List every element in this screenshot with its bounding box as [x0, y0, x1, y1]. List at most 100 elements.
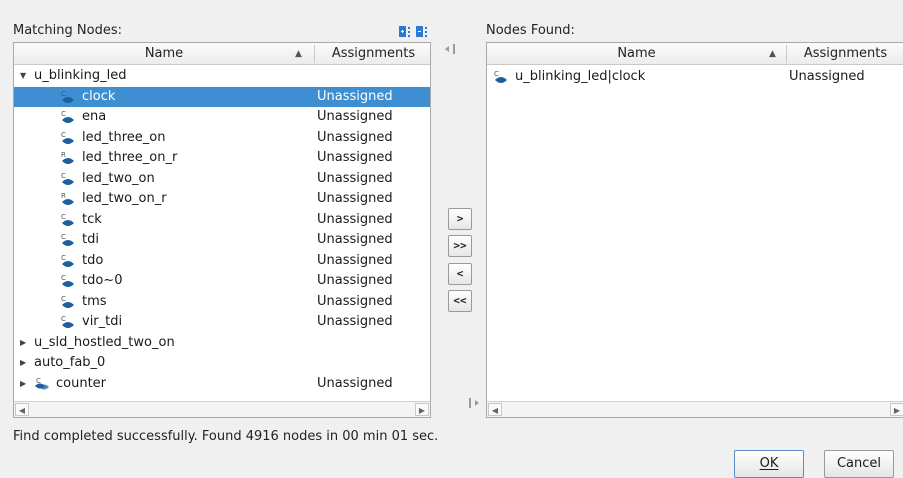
svg-text:C: C	[61, 295, 66, 303]
node-assignment: Unassigned	[317, 211, 393, 227]
horizontal-scrollbar[interactable]: ◀ ▶	[14, 401, 430, 417]
combinational-node-icon: C	[61, 254, 74, 267]
nodes-found-label: Nodes Found:	[486, 23, 575, 38]
list-item[interactable]: Rled_two_on_r Unassigned	[14, 189, 430, 209]
combinational-node-icon: C	[61, 131, 74, 144]
status-text: Find completed successfully. Found 4916 …	[13, 429, 439, 444]
sort-up-icon: ▲	[769, 49, 776, 59]
combinational-node-icon: C	[61, 213, 74, 226]
svg-text:R: R	[61, 151, 66, 159]
node-assignment: Unassigned	[789, 69, 865, 84]
list-item[interactable]: Cu_blinking_led|clock Unassigned	[487, 67, 903, 87]
svg-text:C: C	[494, 70, 499, 78]
ok-button[interactable]: OK	[734, 450, 804, 478]
svg-text:R: R	[61, 192, 66, 200]
list-item[interactable]: Cclock Unassigned	[14, 86, 430, 107]
horizontal-scrollbar[interactable]: ◀ ▶	[487, 401, 903, 417]
svg-text:C: C	[61, 110, 66, 118]
node-name: auto_fab_0	[34, 355, 106, 370]
list-item[interactable]: ▶ u_sld_hostled_two_on	[14, 333, 430, 353]
list-header: Name ▲ Assignments	[487, 43, 903, 65]
collapse-left-icon[interactable]	[444, 44, 456, 54]
list-item[interactable]: Cvir_tdi Unassigned	[14, 312, 430, 332]
expanded-arrow-icon[interactable]: ▼	[20, 66, 26, 86]
scroll-left-icon[interactable]: ◀	[488, 403, 502, 416]
svg-text:C: C	[61, 254, 66, 262]
node-assignment: Unassigned	[317, 273, 393, 288]
ok-label: OK	[759, 456, 779, 471]
svg-text:C: C	[61, 274, 66, 282]
node-assignment: Unassigned	[317, 375, 393, 391]
add-all-button[interactable]: >>	[448, 235, 472, 257]
list-item[interactable]: Cled_three_on Unassigned	[14, 128, 430, 148]
list-item[interactable]: Cena Unassigned	[14, 107, 430, 127]
node-assignment: Unassigned	[317, 191, 393, 206]
svg-text:C: C	[61, 213, 66, 221]
collapse-right-icon[interactable]	[468, 398, 480, 408]
node-name: led_two_on_r	[82, 191, 167, 206]
node-assignment: Unassigned	[317, 314, 393, 329]
column-assignments[interactable]: Assignments	[315, 43, 430, 65]
column-name[interactable]: Name	[487, 43, 786, 65]
cancel-button[interactable]: Cancel	[824, 450, 894, 478]
column-assignments[interactable]: Assignments	[787, 43, 903, 65]
list-item[interactable]: ▶ Ccounter Unassigned	[14, 374, 430, 394]
list-item[interactable]: ▼ u_blinking_led	[14, 66, 430, 86]
combinational-node-icon: C	[494, 70, 507, 83]
node-name: u_blinking_led	[34, 68, 127, 83]
node-name: u_sld_hostled_two_on	[34, 334, 175, 350]
node-assignment: Unassigned	[317, 232, 393, 247]
sort-up-icon: ▲	[295, 49, 302, 59]
nodes-found-list[interactable]: Name ▲ Assignments Cu_blinking_led|clock…	[486, 42, 903, 418]
register-node-icon: R	[61, 151, 74, 164]
column-name[interactable]: Name	[14, 43, 314, 65]
collapse-all-icon[interactable]	[416, 26, 429, 37]
node-name: ena	[82, 109, 107, 124]
node-assignment: Unassigned	[317, 88, 393, 104]
node-name: led_three_on	[82, 129, 166, 145]
node-name: led_three_on_r	[82, 150, 178, 165]
collapsed-arrow-icon[interactable]: ▶	[20, 374, 26, 394]
scroll-right-icon[interactable]: ▶	[415, 403, 429, 416]
list-item[interactable]: Rled_three_on_r Unassigned	[14, 148, 430, 168]
list-item[interactable]: Ctms Unassigned	[14, 292, 430, 312]
combinational-node-icon: C	[61, 315, 74, 328]
list-item[interactable]: Ctdo~0 Unassigned	[14, 271, 430, 291]
matching-nodes-label: Matching Nodes:	[13, 23, 122, 38]
list-item[interactable]: Cled_two_on Unassigned	[14, 169, 430, 189]
list-header: Name ▲ Assignments	[14, 43, 430, 65]
node-assignment: Unassigned	[317, 150, 393, 165]
collapsed-arrow-icon[interactable]: ▶	[20, 333, 26, 353]
node-name: tms	[82, 293, 107, 309]
combinational-node-icon: C	[61, 295, 74, 308]
node-assignment: Unassigned	[317, 129, 393, 145]
group-node-icon: C	[35, 377, 49, 389]
remove-all-button[interactable]: <<	[448, 290, 472, 312]
node-name: clock	[82, 88, 116, 104]
node-name: vir_tdi	[82, 314, 123, 329]
combinational-node-icon: C	[61, 110, 74, 123]
node-name: led_two_on	[82, 170, 155, 186]
list-item[interactable]: Ctdi Unassigned	[14, 230, 430, 250]
node-name: tck	[82, 211, 102, 227]
expand-all-icon[interactable]	[399, 26, 412, 37]
list-item[interactable]: ▶ auto_fab_0	[14, 353, 430, 373]
node-name: tdo~0	[82, 273, 123, 288]
combinational-node-icon: C	[61, 90, 74, 103]
matching-nodes-list[interactable]: Name ▲ Assignments ▼ u_blinking_led Cclock…	[13, 42, 431, 418]
remove-button[interactable]: <	[448, 263, 472, 285]
combinational-node-icon: C	[61, 172, 74, 185]
scroll-left-icon[interactable]: ◀	[15, 403, 29, 416]
node-name: tdo	[82, 252, 104, 268]
svg-text:C: C	[61, 233, 66, 241]
node-assignment: Unassigned	[317, 293, 393, 309]
list-item[interactable]: Ctdo Unassigned	[14, 251, 430, 271]
add-button[interactable]: >	[448, 208, 472, 230]
node-assignment: Unassigned	[317, 109, 393, 124]
svg-text:C: C	[61, 90, 66, 98]
list-item[interactable]: Ctck Unassigned	[14, 210, 430, 230]
cancel-label: Cancel	[836, 456, 882, 471]
node-name: tdi	[82, 232, 99, 247]
scroll-right-icon[interactable]: ▶	[890, 403, 903, 416]
collapsed-arrow-icon[interactable]: ▶	[20, 353, 26, 373]
